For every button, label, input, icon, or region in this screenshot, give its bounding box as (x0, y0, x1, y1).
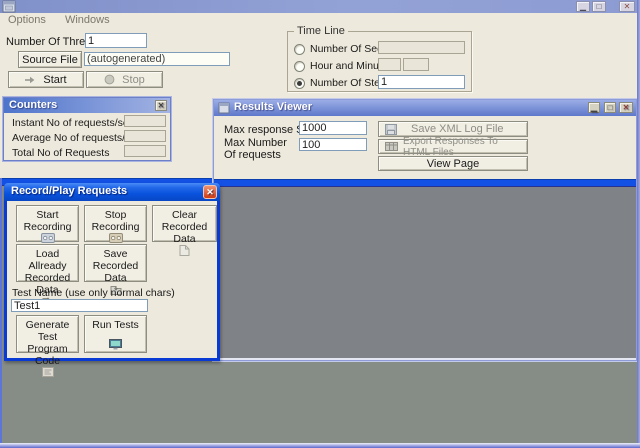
maximize-icon: □ (596, 2, 602, 11)
close-icon: ✕ (157, 101, 165, 110)
radio-hour-and-minutes[interactable] (294, 61, 305, 72)
minutes-input[interactable] (403, 58, 429, 71)
record-play-titlebar[interactable]: Record/Play Requests ✕ (4, 183, 220, 201)
run-tests-button[interactable]: Run Tests (84, 315, 147, 353)
export-html-button[interactable]: Export Responses To HTML Files (378, 136, 528, 158)
window-frame-left (0, 178, 2, 444)
max-requests-input[interactable] (299, 138, 367, 151)
start-arrow-icon (25, 76, 37, 84)
counters-title: Counters (9, 99, 58, 111)
radio-number-of-steps[interactable] (294, 78, 305, 89)
source-file-button[interactable]: Source File (18, 51, 82, 68)
hours-input[interactable] (378, 58, 401, 71)
source-file-input[interactable] (84, 52, 230, 66)
cassette-icon (40, 233, 55, 244)
close-icon: ✕ (206, 187, 214, 197)
results-viewer-titlebar[interactable]: Results Viewer ▁ □ ✕ (214, 100, 636, 116)
steps-input[interactable] (378, 75, 465, 89)
html-table-icon (385, 142, 398, 151)
timeline-group-title: Time Line (294, 25, 348, 37)
counters-close-button[interactable]: ✕ (155, 100, 167, 111)
results-viewer-icon (218, 102, 230, 114)
record-play-window: Record/Play Requests ✕ Start Recording S… (4, 183, 220, 378)
menu-options[interactable]: Options (0, 13, 54, 26)
total-requests-field[interactable] (124, 145, 166, 157)
stop-circle-icon (104, 74, 115, 85)
radio-number-of-seconds[interactable] (294, 44, 305, 55)
view-page-button[interactable]: View Page (378, 156, 528, 171)
stop-recording-label: Stop Recording (91, 209, 140, 234)
rv-maximize-button[interactable]: □ (604, 102, 616, 113)
rv-close-button[interactable]: ✕ (619, 102, 633, 113)
document-icon (179, 245, 190, 257)
close-icon: ✕ (622, 103, 630, 112)
main-titlebar[interactable]: ▁ □ ✕ (0, 0, 640, 13)
maximize-icon: □ (607, 103, 613, 112)
window-frame-bottom (0, 443, 640, 448)
max-response-input[interactable] (299, 121, 367, 135)
max-requests-label: Max Number Of requests (224, 137, 287, 161)
results-viewer-window: Results Viewer ▁ □ ✕ Max response Size M… (213, 99, 637, 361)
run-tests-label: Run Tests (92, 319, 139, 331)
stop-recording-button[interactable]: Stop Recording (84, 205, 147, 244)
record-play-title: Record/Play Requests (11, 185, 128, 197)
start-button[interactable]: Start (8, 71, 84, 88)
cassette-icon (108, 233, 123, 244)
generate-test-code-button[interactable]: Generate Test Program Code (16, 315, 79, 378)
main-minimize-button[interactable]: ▁ (576, 1, 590, 12)
counters-window: Counters ✕ Instant No of requests/second… (3, 97, 171, 161)
rv-minimize-button[interactable]: ▁ (588, 102, 600, 113)
main-maximize-button[interactable]: □ (592, 1, 606, 12)
generate-test-code-label: Generate Test Program Code (25, 319, 70, 368)
minimize-icon: ▁ (590, 103, 598, 112)
clear-recorded-data-button[interactable]: Clear Recorded Data (152, 205, 217, 257)
menu-windows[interactable]: Windows (57, 13, 118, 26)
record-play-close-button[interactable]: ✕ (203, 185, 217, 199)
total-requests-label: Total No of Requests (12, 147, 110, 159)
start-recording-button[interactable]: Start Recording (16, 205, 79, 244)
threads-input[interactable] (85, 33, 147, 48)
rv-panel-divider (214, 179, 636, 187)
save-xml-button-label: Save XML Log File (411, 123, 504, 135)
test-name-label: Test Name (use only normal chars) (12, 287, 175, 299)
save-recorded-data-label: Save Recorded Data (92, 248, 139, 285)
minimize-icon: ▁ (579, 2, 587, 11)
start-button-label: Start (43, 73, 67, 86)
counters-titlebar[interactable]: Counters ✕ (4, 98, 170, 113)
app-icon (2, 0, 17, 13)
code-page-icon (41, 367, 54, 378)
start-recording-label: Start Recording (23, 209, 72, 234)
instant-requests-field[interactable] (124, 115, 166, 127)
floppy-icon (385, 123, 397, 135)
stop-button-label: Stop (122, 73, 145, 86)
main-close-button[interactable]: ✕ (619, 1, 635, 12)
clear-recorded-data-label: Clear Recorded Data (161, 209, 208, 246)
view-page-button-label: View Page (426, 157, 480, 170)
source-file-button-label: Source File (22, 53, 78, 66)
seconds-input[interactable] (378, 41, 465, 54)
results-viewer-title: Results Viewer (234, 101, 313, 113)
close-icon: ✕ (623, 2, 631, 11)
average-requests-field[interactable] (124, 130, 166, 142)
monitor-icon (109, 339, 122, 350)
export-html-button-label: Export Responses To HTML Files (403, 135, 498, 158)
rv-page-panel (214, 187, 636, 360)
test-name-input[interactable] (11, 299, 148, 312)
load-recorded-data-button[interactable]: Load Allready Recorded Data (16, 244, 79, 308)
save-recorded-data-button[interactable]: Save Recorded Data (84, 244, 147, 296)
application-window: ▁ □ ✕ Options Windows Number Of Threads … (0, 0, 640, 448)
stop-button[interactable]: Stop (86, 71, 163, 88)
